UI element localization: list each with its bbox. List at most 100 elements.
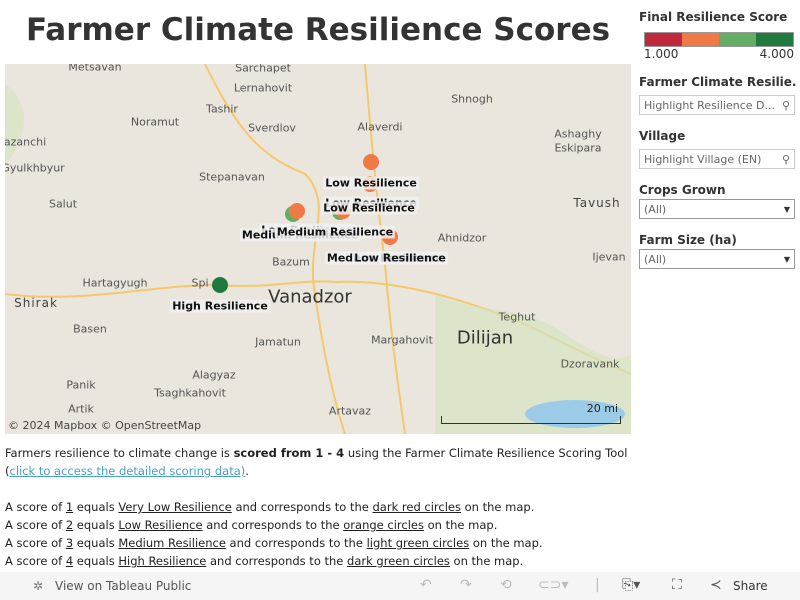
farmer-point[interactable] [363,154,379,170]
region-label: Shirak [14,296,58,310]
city-label: Vanadzor [268,286,352,308]
row-lvl: High Resilience [118,554,207,568]
region-label: Tavush [573,196,621,210]
legend-swatch-2 [682,33,719,46]
place-label: Panik [66,378,96,392]
divider: | [595,577,600,593]
legend-swatch-4 [756,33,793,46]
row-b: equals [73,554,119,568]
place-label: Noramut [130,115,180,129]
highlight-resilience-input[interactable]: Highlight Resilience D... ⚲ [639,95,795,115]
map[interactable]: Metsavan Sarchapet Lernahovit Tashir Noramut… [5,64,631,434]
row-b: equals [73,500,119,514]
city-label: Dilijan [456,327,514,349]
sidebar: Final Resilience Score 1.000 4.000 Farmer… [639,0,797,269]
place-label: Metsavan [68,64,122,74]
undo-icon[interactable]: ↶ [420,577,432,593]
place-label: Jamatun [255,335,301,349]
row-c: and corresponds to the [225,536,367,550]
row-d: on the map. [423,518,498,532]
map-scale: 20 mi [441,402,621,424]
description: Farmers resilience to climate change is … [5,444,635,570]
place-label: Tsaghkahovit [154,386,226,400]
farm-size-dropdown[interactable]: (All) ▼ [639,249,795,269]
filter-village-title: Village [639,129,686,143]
row-d: on the map. [469,536,543,550]
place-label: Ahnidzor [437,231,487,245]
filter-resilience-title: Farmer Climate Resilie... [639,75,797,89]
farmer-point[interactable] [289,203,305,219]
color-legend[interactable] [644,32,794,47]
row-a: A score of [5,518,66,532]
scale-label: 20 mi [586,402,618,415]
row-c: and corresponds to the [202,518,344,532]
legend-title: Final Resilience Score [639,10,788,24]
place-label: Alagyaz [192,368,236,382]
score-row: A score of 3 equals Medium Resilience an… [5,534,635,552]
place-label: Artik [68,402,94,416]
desc-text: Farmers resilience to climate change is [5,446,234,460]
score-row: A score of 4 equals High Resilience and … [5,552,635,570]
legend-swatch-3 [719,33,756,46]
row-col: dark green circles [347,554,450,568]
place-label: Basen [73,322,107,336]
score-row: A score of 2 equals Low Resilience and c… [5,516,635,534]
row-c: and corresponds to the [231,500,373,514]
highlight-village-input[interactable]: Highlight Village (EN) ⚲ [639,149,795,169]
placeholder: Highlight Resilience D... [644,98,775,112]
row-d: on the map. [460,500,535,514]
place-label: Sarchapet [235,64,291,75]
row-lvl: Medium Resilience [118,536,226,550]
fullscreen-icon[interactable]: ⛶ [672,577,682,593]
row-a: A score of [5,554,66,568]
desc-bold: scored from 1 - 4 [233,446,345,460]
place-label: Gyulkhbyur [5,161,65,175]
filter-farmsize-title: Farm Size (ha) [639,233,737,247]
row-lvl: Low Resilience [118,518,203,532]
placeholder: Highlight Village (EN) [644,152,762,166]
point-label: Low Resilience [323,176,419,190]
map-terrain [5,64,631,434]
farmer-point[interactable] [212,277,228,293]
place-label: Ashaghy [554,127,602,141]
crops-dropdown[interactable]: (All) ▼ [639,199,795,219]
tableau-icon: ✲ [33,579,44,593]
dashboard-title: Farmer Climate Resilience Scores [25,12,611,48]
chevron-down-icon: ▼ [783,204,790,214]
place-label: Spi [191,276,209,290]
legend-swatch-1 [645,33,682,46]
row-lvl: Very Low Resilience [118,500,232,514]
row-b: equals [73,536,119,550]
place-label: Margahovit [371,333,433,347]
dropdown-value: (All) [644,252,667,266]
place-label: azanchi [5,135,47,149]
point-label: Medium Resilience [274,225,396,239]
refresh-icon[interactable]: ⊂⊃▾ [538,577,569,593]
place-label: Stepanavan [199,170,265,184]
place-label: Tashir [206,102,238,116]
place-label: Dzoravank [560,357,620,371]
row-col: dark red circles [372,500,461,514]
redo-icon[interactable]: ↷ [460,577,472,593]
place-label: Alaverdi [357,120,403,134]
point-label: Low Resilience [321,201,417,215]
share-button[interactable]: Share [733,579,768,593]
score-row: A score of 1 equals Very Low Resilience … [5,498,635,516]
row-a: A score of [5,536,66,550]
tableau-toolbar: ✲ View on Tableau Public ↶ ↷ ⟲ ⊂⊃▾ | ⎘▾ … [0,572,800,600]
row-b: equals [73,518,119,532]
place-label: Salut [48,197,78,211]
download-icon[interactable]: ⎘▾ [622,577,640,593]
row-a: A score of [5,500,66,514]
view-on-tableau-link[interactable]: View on Tableau Public [55,579,191,593]
map-attribution[interactable]: © 2024 Mapbox © OpenStreetMap [8,419,201,432]
place-label: Bazum [272,255,310,269]
revert-icon[interactable]: ⟲ [500,577,512,593]
filter-crops-title: Crops Grown [639,183,726,197]
place-label: Hartagyugh [82,276,148,290]
scoring-data-link[interactable]: click to access the detailed scoring dat… [10,464,246,478]
row-c: and corresponds to the [206,554,348,568]
place-label: Ijevan [592,250,626,264]
share-icon[interactable]: ≺ [710,577,722,593]
legend-max: 4.000 [759,47,794,61]
